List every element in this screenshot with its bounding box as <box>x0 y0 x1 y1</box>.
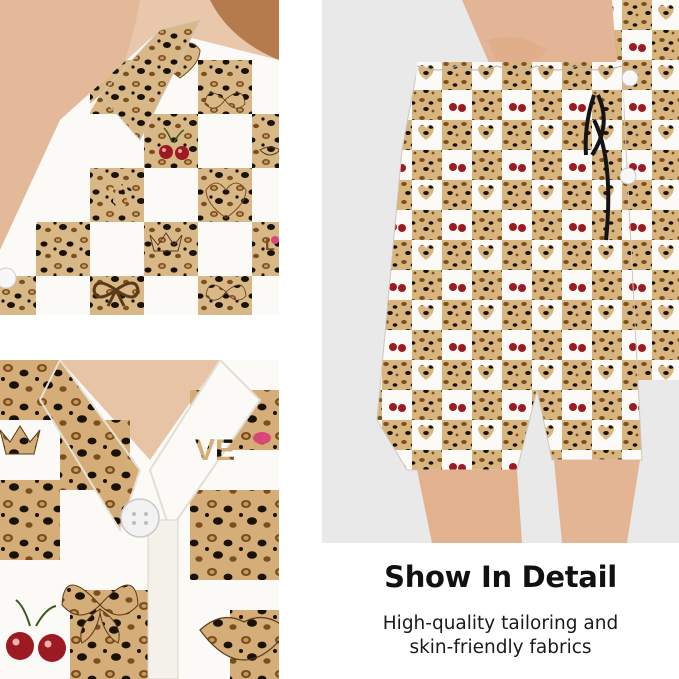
section-title: Show In Detail <box>384 560 617 594</box>
collar-closeup-image: L <box>0 0 279 315</box>
fabric-closeup-image: VE <box>0 360 279 679</box>
fabric-closeup-photo: VE <box>0 360 279 679</box>
collar-closeup-photo: L <box>0 0 279 315</box>
section-subtitle: High-quality tailoring and skin-friendly… <box>322 612 679 660</box>
subtitle-line-2: skin-friendly fabrics <box>409 637 592 658</box>
svg-text:VE: VE <box>195 434 235 467</box>
shorts-model-photo <box>322 0 679 543</box>
subtitle-line-1: High-quality tailoring and <box>382 613 619 634</box>
shorts-model-image <box>322 0 679 543</box>
